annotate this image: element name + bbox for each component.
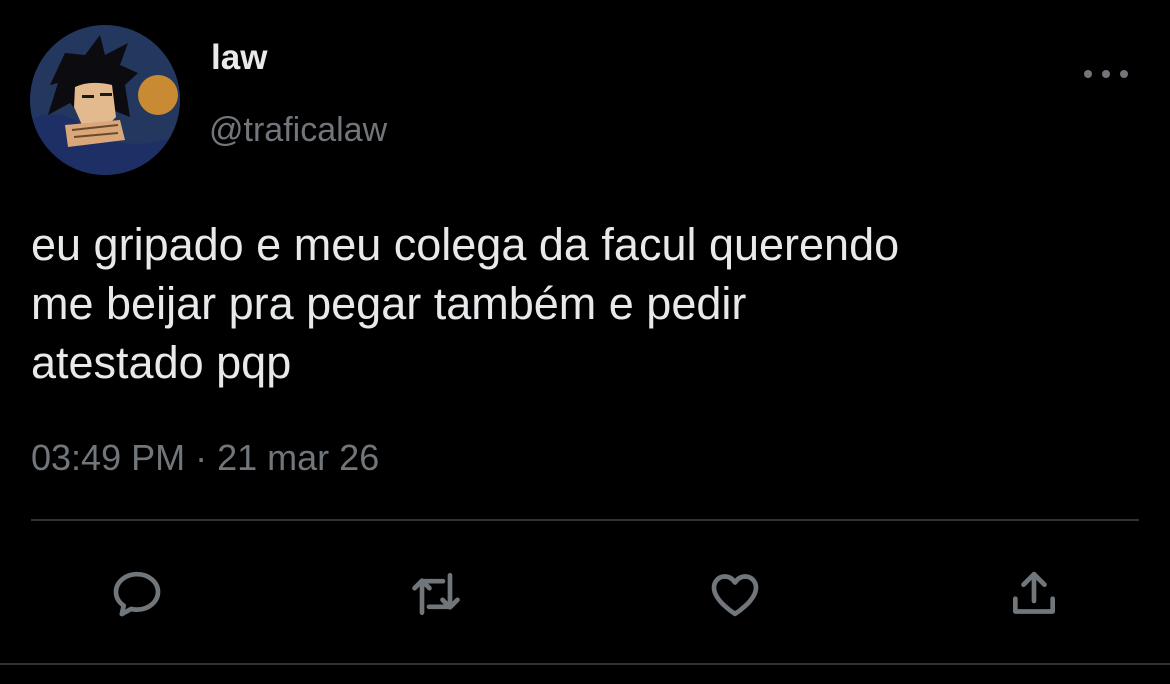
display-name[interactable]: law — [211, 40, 267, 75]
bottom-divider — [0, 663, 1170, 665]
like-button[interactable] — [705, 566, 765, 622]
divider — [31, 519, 1139, 521]
reply-button[interactable] — [107, 566, 167, 622]
avatar[interactable] — [30, 25, 180, 175]
tweet-text: eu gripado e meu colega da facul querend… — [31, 219, 900, 388]
reply-icon — [113, 571, 161, 617]
share-button[interactable] — [1004, 566, 1064, 622]
meta-separator: · — [195, 437, 208, 478]
avatar-image — [30, 25, 180, 175]
retweet-icon — [412, 573, 460, 615]
tweet-date: 21 mar 26 — [217, 437, 380, 478]
user-handle[interactable]: @traficalaw — [209, 113, 387, 147]
more-dot — [1084, 70, 1092, 78]
more-options-button[interactable] — [1084, 62, 1128, 86]
heart-icon — [711, 574, 759, 617]
retweet-button[interactable] — [406, 566, 466, 622]
more-dot — [1120, 70, 1128, 78]
share-icon — [1013, 571, 1055, 614]
more-dot — [1102, 70, 1110, 78]
tweet-timestamp[interactable]: 03:49 PM · 21 mar 26 — [31, 440, 379, 476]
tweet-time: 03:49 PM — [31, 437, 186, 478]
